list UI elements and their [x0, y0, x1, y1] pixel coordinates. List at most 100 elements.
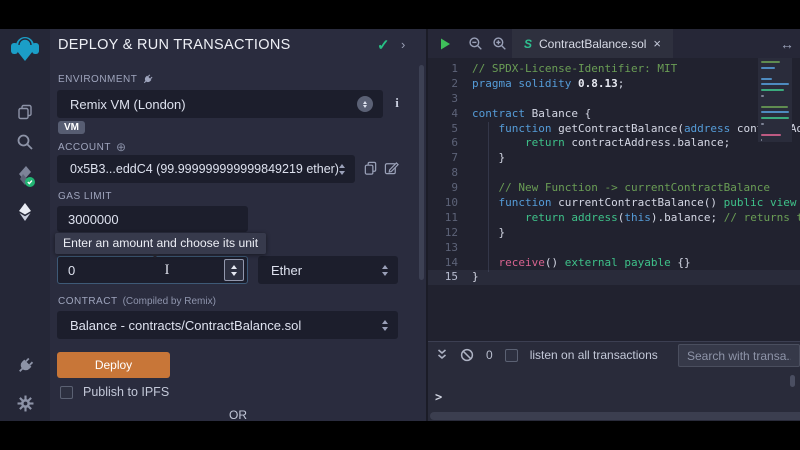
environment-select[interactable]: Remix VM (London) [57, 90, 383, 118]
code-line[interactable]: 4contract Balance { [428, 107, 800, 122]
deploy-run-panel: DEPLOY & RUN TRANSACTIONS ✓ › ENVIRONMEN… [50, 29, 426, 421]
terminal-prompt[interactable]: > [435, 390, 442, 404]
solidity-file-icon: S [524, 37, 532, 51]
minimap-line [761, 67, 775, 69]
value-spinner[interactable] [224, 259, 244, 281]
terminal-hscrollbar[interactable] [430, 412, 800, 420]
line-number: 12 [428, 226, 472, 241]
minimap-line [761, 78, 772, 80]
code-line[interactable]: 5 function getContractBalance(address co… [428, 122, 800, 137]
editor-minimap[interactable] [758, 58, 792, 142]
run-script-play-icon[interactable] [434, 29, 456, 58]
gas-limit-label: GAS LIMIT [58, 191, 112, 202]
remix-logo-icon[interactable] [0, 32, 50, 66]
environment-info-icon[interactable]: i [390, 95, 404, 111]
line-number: 9 [428, 181, 472, 196]
code-line[interactable]: 12 } [428, 226, 800, 241]
code-line[interactable]: 7 } [428, 151, 800, 166]
copy-account-icon[interactable] [363, 160, 378, 176]
main-area: DEPLOY & RUN TRANSACTIONS ✓ › ENVIRONMEN… [0, 29, 800, 421]
minimap-line [761, 83, 789, 85]
edit-account-icon[interactable] [384, 160, 399, 176]
line-source: // SPDX-License-Identifier: MIT [472, 62, 677, 77]
code-line[interactable]: 6 return contractAddress.balance; [428, 136, 800, 151]
code-line[interactable]: 13 [428, 241, 800, 256]
contract-label: CONTRACT (Compiled by Remix) [58, 296, 216, 307]
panel-scrollbar[interactable] [419, 65, 424, 280]
code-line[interactable]: 10 function currentContractBalance() pub… [428, 196, 800, 211]
line-source: function getContractBalance(address cont… [472, 122, 800, 137]
line-number: 4 [428, 107, 472, 122]
pending-tx-count: 0 [486, 348, 493, 362]
code-line[interactable]: 8 [428, 166, 800, 181]
or-divider: OR [50, 408, 426, 421]
line-source: pragma solidity 0.8.13; [472, 77, 624, 92]
line-number: 1 [428, 62, 472, 77]
panel-collapse-chevron-icon[interactable]: › [401, 37, 405, 52]
code-line[interactable]: 14 receive() external payable {} [428, 256, 800, 271]
line-source: function currentContractBalance() public… [472, 196, 800, 211]
line-number: 15 [428, 270, 472, 285]
minimap-line [761, 89, 784, 91]
account-select-arrows-icon [339, 164, 345, 175]
contract-select[interactable]: Balance - contracts/ContractBalance.sol [57, 311, 398, 339]
code-line[interactable]: 15} [428, 270, 800, 285]
clear-console-icon[interactable] [460, 348, 474, 362]
zoom-out-icon[interactable] [464, 29, 486, 58]
search-icon[interactable] [0, 127, 50, 157]
publish-ipfs-label: Publish to IPFS [83, 385, 169, 399]
solidity-compiler-icon[interactable] [0, 161, 50, 191]
line-source: } [472, 226, 505, 241]
tab-close-icon[interactable]: × [653, 36, 661, 51]
code-line[interactable]: 9 // New Function -> currentContractBala… [428, 181, 800, 196]
terminal-collapse-icon[interactable] [436, 348, 448, 362]
terminal-scrollbar[interactable] [790, 375, 795, 387]
terminal-toolbar: 0 listen on all transactions [428, 342, 800, 368]
contract-sublabel: (Compiled by Remix) [123, 296, 216, 307]
publish-ipfs-row: Publish to IPFS [60, 385, 169, 399]
code-line[interactable]: 11 return address(this).balance; // retu… [428, 211, 800, 226]
resize-horizontal-icon[interactable]: ↔ [780, 29, 794, 58]
line-source: } [472, 270, 479, 285]
tab-contractbalance-sol[interactable]: S ContractBalance.sol × [512, 29, 673, 58]
file-explorer-icon[interactable] [0, 97, 50, 127]
minimap-line [761, 61, 780, 63]
line-number: 10 [428, 196, 472, 211]
listen-transactions-checkbox[interactable] [505, 349, 518, 362]
plugin-manager-icon[interactable] [0, 351, 50, 381]
minimap-line [761, 123, 764, 125]
settings-gear-icon[interactable] [0, 388, 50, 418]
minimap-line [761, 95, 764, 97]
minimap-line [761, 106, 788, 108]
code-line[interactable]: 2pragma solidity 0.8.13; [428, 77, 800, 92]
publish-ipfs-checkbox[interactable] [60, 386, 73, 399]
code-lines: 1// SPDX-License-Identifier: MIT2pragma … [428, 62, 800, 285]
line-source: receive() external payable {} [472, 256, 691, 271]
line-number: 8 [428, 166, 472, 181]
vm-badge: VM [58, 121, 85, 134]
code-editor[interactable]: 1// SPDX-License-Identifier: MIT2pragma … [428, 58, 800, 341]
minimap-line [761, 117, 789, 119]
code-line[interactable]: 3 [428, 92, 800, 107]
terminal-panel: 0 listen on all transactions > [428, 341, 800, 421]
gas-limit-input[interactable] [57, 206, 248, 232]
compile-success-check-icon: ✓ [377, 36, 390, 54]
line-number: 7 [428, 151, 472, 166]
value-unit-select[interactable]: Ether [258, 256, 398, 284]
panel-title: DEPLOY & RUN TRANSACTIONS [58, 37, 291, 53]
account-select[interactable]: 0x5B3...eddC4 (99.999999999999849219 eth… [57, 155, 355, 183]
editor-tabbar: S ContractBalance.sol × ↔ [428, 29, 800, 58]
line-number: 3 [428, 92, 472, 107]
code-line[interactable]: 1// SPDX-License-Identifier: MIT [428, 62, 800, 77]
deploy-button[interactable]: Deploy [57, 352, 170, 378]
zoom-in-icon[interactable] [488, 29, 510, 58]
add-account-icon[interactable]: ⊕ [116, 140, 127, 154]
line-number: 5 [428, 122, 472, 137]
environment-select-arrows-icon[interactable] [357, 96, 373, 112]
value-amount-input[interactable] [58, 257, 247, 283]
line-source: return address(this).balance; // returns… [472, 211, 800, 226]
listen-transactions-label: listen on all transactions [530, 348, 658, 362]
transaction-search-input[interactable] [678, 344, 800, 367]
value-input-wrap: I [57, 256, 248, 284]
deploy-run-icon[interactable] [0, 197, 50, 227]
